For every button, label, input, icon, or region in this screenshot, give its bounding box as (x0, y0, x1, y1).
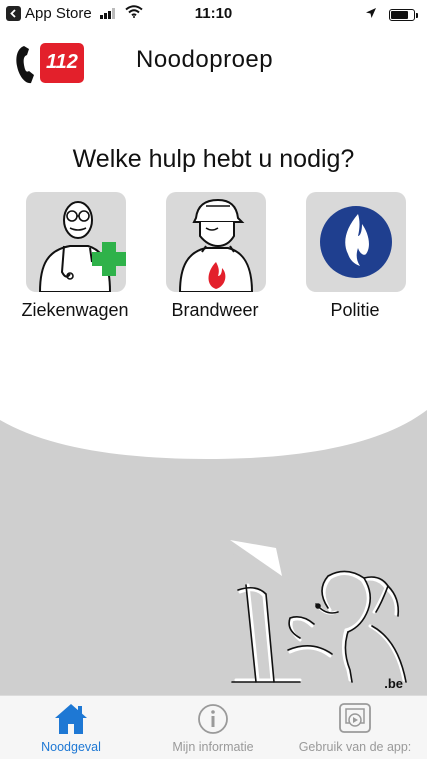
belgium-brand-mark: .be (384, 676, 403, 691)
status-right (365, 6, 418, 23)
service-label-police: Politie (330, 300, 380, 320)
service-label-ambulance: Ziekenwagen (21, 300, 129, 320)
police-flame-icon (320, 206, 392, 278)
status-bar: App Store 11:10 (0, 0, 427, 28)
logo-112: 112 (14, 40, 86, 86)
help-question: Welke hulp hebt u nodig? (72, 145, 355, 173)
speech-bubble-illustration (0, 410, 427, 695)
page-title: Noodoproep (136, 46, 274, 73)
video-icon[interactable] (284, 701, 426, 737)
tab-label-gebruik-van-de-app: Gebruik van de app: (298, 740, 412, 754)
tile-police[interactable] (306, 192, 406, 292)
service-label-fire: Brandweer (171, 300, 259, 320)
info-icon[interactable] (142, 701, 284, 737)
home-icon[interactable] (0, 701, 142, 737)
tab-label-mijn-informatie: Mijn informatie (172, 740, 254, 754)
service-options: Ziekenwagen Brandweer Politie (0, 192, 427, 327)
tile-fire[interactable] (166, 192, 266, 292)
fire-brigade-button[interactable]: Brandweer (140, 192, 280, 327)
tab-noodgeval[interactable]: Noodgeval (0, 696, 142, 759)
firefighter-icon (178, 198, 254, 292)
tab-label-noodgeval: Noodgeval (41, 740, 101, 754)
logo-number: 112 (46, 51, 78, 73)
paramedic-icon (38, 201, 126, 292)
battery-icon (389, 8, 418, 21)
tile-ambulance[interactable] (26, 192, 126, 292)
app-header: 112 Noodoproep (0, 30, 427, 90)
tab-bar: Noodgeval Mijn informatie Gebruik van de… (0, 695, 427, 759)
location-arrow-icon (365, 6, 377, 23)
ambulance-button[interactable]: Ziekenwagen (0, 192, 140, 327)
tab-mijn-informatie[interactable]: Mijn informatie (142, 696, 284, 759)
tab-gebruik-van-de-app[interactable]: Gebruik van de app: (284, 696, 426, 759)
status-time: 11:10 (194, 5, 233, 22)
operator-illustration: .be (0, 380, 427, 695)
police-button[interactable]: Politie (280, 192, 420, 327)
